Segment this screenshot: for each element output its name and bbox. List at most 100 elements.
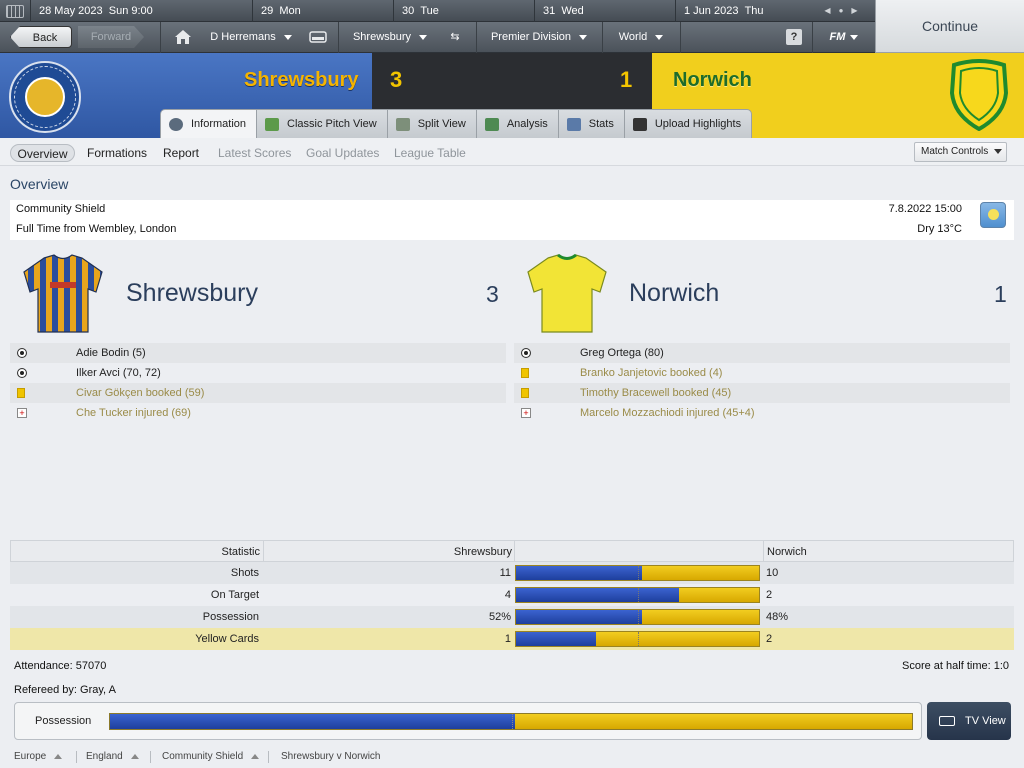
chevron-down-icon (994, 148, 1003, 154)
home-club-crest[interactable] (9, 61, 81, 133)
date-bar: 28 May 2023 Sun 9:00 29 Mon 30 Tue 31 We… (0, 0, 875, 22)
chevron-down-icon (283, 34, 292, 40)
list-item[interactable]: Civar Gökçen booked (59) (10, 383, 506, 403)
chevron-down-icon (579, 34, 588, 40)
navigation-bar: Back Forward D Herremans Shrewsbury ⇆ Pr… (0, 22, 875, 53)
fm-menu[interactable]: FM (820, 26, 868, 48)
match-datetime: 7.8.2022 15:00 (888, 203, 962, 215)
referee-text[interactable]: Refereed by: Gray, A (14, 684, 116, 696)
table-row[interactable]: Possession 52% 48% (10, 606, 1014, 628)
match-controls-dropdown[interactable]: Match Controls (914, 142, 1007, 162)
list-item[interactable]: Branko Janjetovic booked (4) (514, 363, 1010, 383)
subtab-report[interactable]: Report (163, 144, 199, 162)
stats-icon (566, 117, 581, 131)
home-value: 52% (488, 611, 511, 623)
home-kit-shirt-icon[interactable] (22, 254, 104, 336)
breadcrumb-label: England (86, 751, 123, 762)
world-label: World (618, 31, 648, 43)
list-item[interactable]: + Marcelo Mozzachiodi injured (45+4) (514, 403, 1010, 423)
tab-upload-highlights[interactable]: Upload Highlights (624, 109, 753, 138)
attendance-text: Attendance: 57070 (14, 660, 107, 672)
help-button[interactable]: ? (786, 29, 802, 45)
away-events-list: Greg Ortega (80) Branko Janjetovic booke… (514, 343, 1010, 423)
tab-analysis[interactable]: Analysis (476, 109, 559, 138)
forward-button[interactable]: Forward (78, 26, 144, 48)
competition-name[interactable]: Community Shield (16, 203, 105, 215)
breadcrumb-item[interactable]: England (86, 746, 139, 768)
day-label: Mon (279, 5, 301, 17)
yellow-card-icon (521, 388, 529, 398)
table-row[interactable]: On Target 4 2 (10, 584, 1014, 606)
header-away-team[interactable]: Norwich (767, 541, 1007, 563)
home-team-name[interactable]: Shrewsbury (244, 69, 358, 92)
league-menu[interactable]: Premier Division (484, 26, 594, 48)
subtab-overview[interactable]: Overview (10, 144, 75, 162)
event-text: Marcelo Mozzachiodi injured (45+4) (580, 407, 755, 419)
swap-icon[interactable]: ⇆ (442, 26, 468, 48)
tab-information[interactable]: Information (160, 109, 258, 138)
header-home-team[interactable]: Shrewsbury (263, 541, 512, 563)
away-team-name[interactable]: Norwich (673, 69, 752, 92)
list-item[interactable]: + Che Tucker injured (69) (10, 403, 506, 423)
day-date: 31 (543, 5, 556, 17)
away-value: 2 (766, 633, 773, 645)
tv-view-button[interactable]: TV View (927, 702, 1011, 740)
home-value: 11 (499, 567, 511, 579)
chevron-down-icon (655, 34, 664, 40)
away-kit-shirt-icon[interactable] (526, 254, 608, 336)
sub-tabs: Overview Formations Report Latest Scores… (0, 138, 1024, 166)
inbox-icon[interactable] (306, 26, 330, 48)
day-cell-2[interactable]: 29 Mon (252, 0, 393, 22)
subtab-latest-scores[interactable]: Latest Scores (218, 144, 291, 162)
weather-text: Dry 13°C (917, 223, 962, 235)
home-score-large: 3 (486, 281, 499, 307)
breadcrumb-item[interactable]: Shrewsbury v Norwich (281, 746, 380, 768)
list-item[interactable]: Timothy Bracewell booked (45) (514, 383, 1010, 403)
table-row[interactable]: Yellow Cards 1 2 (10, 628, 1014, 650)
day-cell-1[interactable]: 28 May 2023 Sun 9:00 (30, 0, 252, 22)
stats-table: Statistic Shrewsbury Norwich Shots 11 10… (10, 540, 1014, 650)
injury-cross-icon: + (17, 408, 27, 418)
tab-label: Classic Pitch View (287, 117, 377, 130)
tab-stats[interactable]: Stats (558, 109, 625, 138)
table-row[interactable]: Shots 11 10 (10, 562, 1014, 584)
world-menu[interactable]: World (610, 26, 672, 48)
calendar-icon[interactable] (6, 5, 24, 18)
header-statistic[interactable]: Statistic (11, 541, 260, 563)
manager-menu[interactable]: D Herremans (202, 26, 300, 48)
subtab-league-table[interactable]: League Table (394, 144, 466, 162)
stat-label: On Target (210, 589, 259, 601)
date-scroll-arrows[interactable]: ◀●▶ (816, 0, 874, 22)
subtab-goal-updates[interactable]: Goal Updates (306, 144, 379, 162)
yellow-card-icon (521, 368, 529, 378)
day-label: Wed (561, 5, 584, 17)
list-item[interactable]: Greg Ortega (80) (514, 343, 1010, 363)
club-menu[interactable]: Shrewsbury (346, 26, 434, 48)
match-controls-label: Match Controls (921, 146, 989, 157)
possession-panel: Possession (14, 702, 922, 740)
subtab-formations[interactable]: Formations (87, 144, 147, 162)
comparison-bar (515, 587, 760, 603)
away-score-large: 1 (994, 281, 1007, 307)
list-item[interactable]: Ilker Avci (70, 72) (10, 363, 506, 383)
comparison-bar (515, 631, 760, 647)
breadcrumb-item[interactable]: Community Shield (162, 746, 260, 768)
day-cell-3[interactable]: 30 Tue (393, 0, 534, 22)
table-header: Statistic Shrewsbury Norwich (10, 540, 1014, 562)
tab-classic-pitch-view[interactable]: Classic Pitch View (257, 109, 388, 138)
day-cell-5[interactable]: 1 Jun 2023 Thu (675, 0, 816, 22)
breadcrumb-label: Europe (14, 751, 47, 762)
league-label: Premier Division (490, 31, 572, 43)
day-cell-4[interactable]: 31 Wed (534, 0, 675, 22)
breadcrumb-item[interactable]: Europe (14, 746, 63, 768)
away-team-title[interactable]: Norwich (629, 279, 719, 308)
score-header: Shrewsbury 3 1 Norwich Information Class… (0, 53, 1024, 138)
away-club-crest[interactable] (946, 59, 1012, 131)
tab-split-view[interactable]: Split View (387, 109, 477, 138)
home-events-list: Adie Bodin (5) Ilker Avci (70, 72) Civar… (10, 343, 506, 423)
home-team-title[interactable]: Shrewsbury (126, 279, 258, 308)
home-icon[interactable] (172, 26, 194, 48)
continue-button[interactable]: Continue (875, 0, 1024, 53)
back-button[interactable]: Back (10, 26, 72, 48)
list-item[interactable]: Adie Bodin (5) (10, 343, 506, 363)
